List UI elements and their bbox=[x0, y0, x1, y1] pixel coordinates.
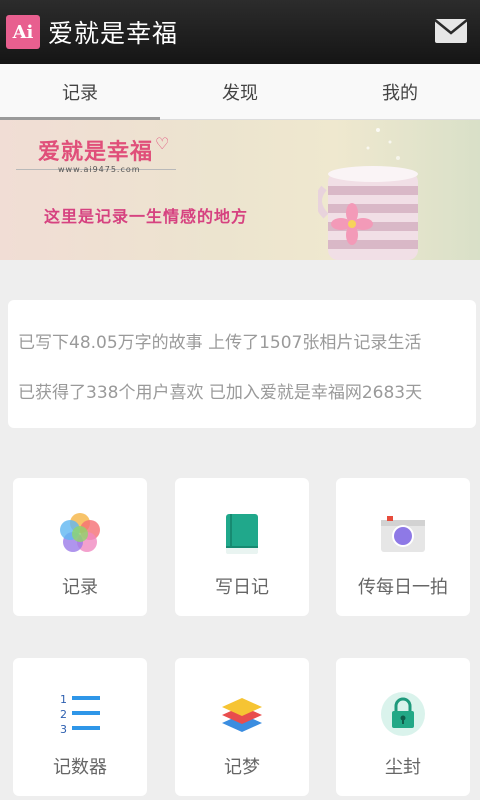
grid-item-record[interactable]: 记录 bbox=[13, 478, 147, 616]
banner-brand: 爱就是幸福 ♡ bbox=[38, 134, 171, 165]
list-number: 2 bbox=[60, 708, 67, 721]
coffee-cup-illustration bbox=[318, 128, 418, 260]
numbered-list-icon: 1 2 3 bbox=[60, 693, 100, 736]
camera-icon bbox=[381, 516, 425, 552]
layers-icon bbox=[222, 698, 262, 732]
tab-mine[interactable]: 我的 bbox=[320, 64, 480, 119]
banner-slogan: 这里是记录一生情感的地方 bbox=[44, 207, 249, 226]
flower-icon bbox=[60, 513, 100, 552]
diary-book-icon bbox=[226, 514, 258, 554]
grid-item-counter[interactable]: 1 2 3 记数器 bbox=[13, 658, 147, 796]
grid-item-write-diary[interactable]: 写日记 bbox=[175, 478, 309, 616]
grid-label: 写日记 bbox=[215, 577, 269, 598]
tab-discover[interactable]: 发现 bbox=[160, 64, 320, 119]
grid-label: 传每日一拍 bbox=[358, 577, 448, 598]
promo-banner[interactable]: 爱就是幸福 ♡ www.ai9475.com 这里是记录一生情感的地方 bbox=[0, 120, 480, 260]
grid-label: 尘封 bbox=[385, 757, 421, 778]
list-number: 1 bbox=[60, 693, 67, 706]
tab-bar: 记录 发现 我的 bbox=[0, 64, 480, 120]
list-number: 3 bbox=[60, 723, 67, 736]
stats-line-likes-days: 已获得了338个用户喜欢 已加入爱就是幸福网2683天 bbox=[18, 383, 423, 403]
stats-card: 已写下48.05万字的故事 上传了1507张相片记录生活 已获得了338个用户喜… bbox=[8, 300, 476, 428]
app-title: 爱就是幸福 bbox=[48, 19, 179, 48]
grid-item-seal[interactable]: 尘封 bbox=[336, 658, 470, 796]
mail-icon[interactable] bbox=[434, 18, 468, 44]
grid-item-dream[interactable]: 记梦 bbox=[175, 658, 309, 796]
grid-item-daily-photo[interactable]: 传每日一拍 bbox=[336, 478, 470, 616]
banner-url: www.ai9475.com bbox=[58, 165, 141, 174]
app-logo: Ai bbox=[6, 15, 40, 49]
app-header: Ai 爱就是幸福 bbox=[0, 0, 480, 64]
grid-label: 记梦 bbox=[224, 757, 260, 778]
grid-label: 记数器 bbox=[53, 757, 107, 778]
stats-line-words-photos: 已写下48.05万字的故事 上传了1507张相片记录生活 bbox=[18, 333, 422, 353]
tab-record[interactable]: 记录 bbox=[0, 64, 160, 120]
lock-icon bbox=[381, 692, 425, 736]
grid-label: 记录 bbox=[62, 577, 98, 598]
